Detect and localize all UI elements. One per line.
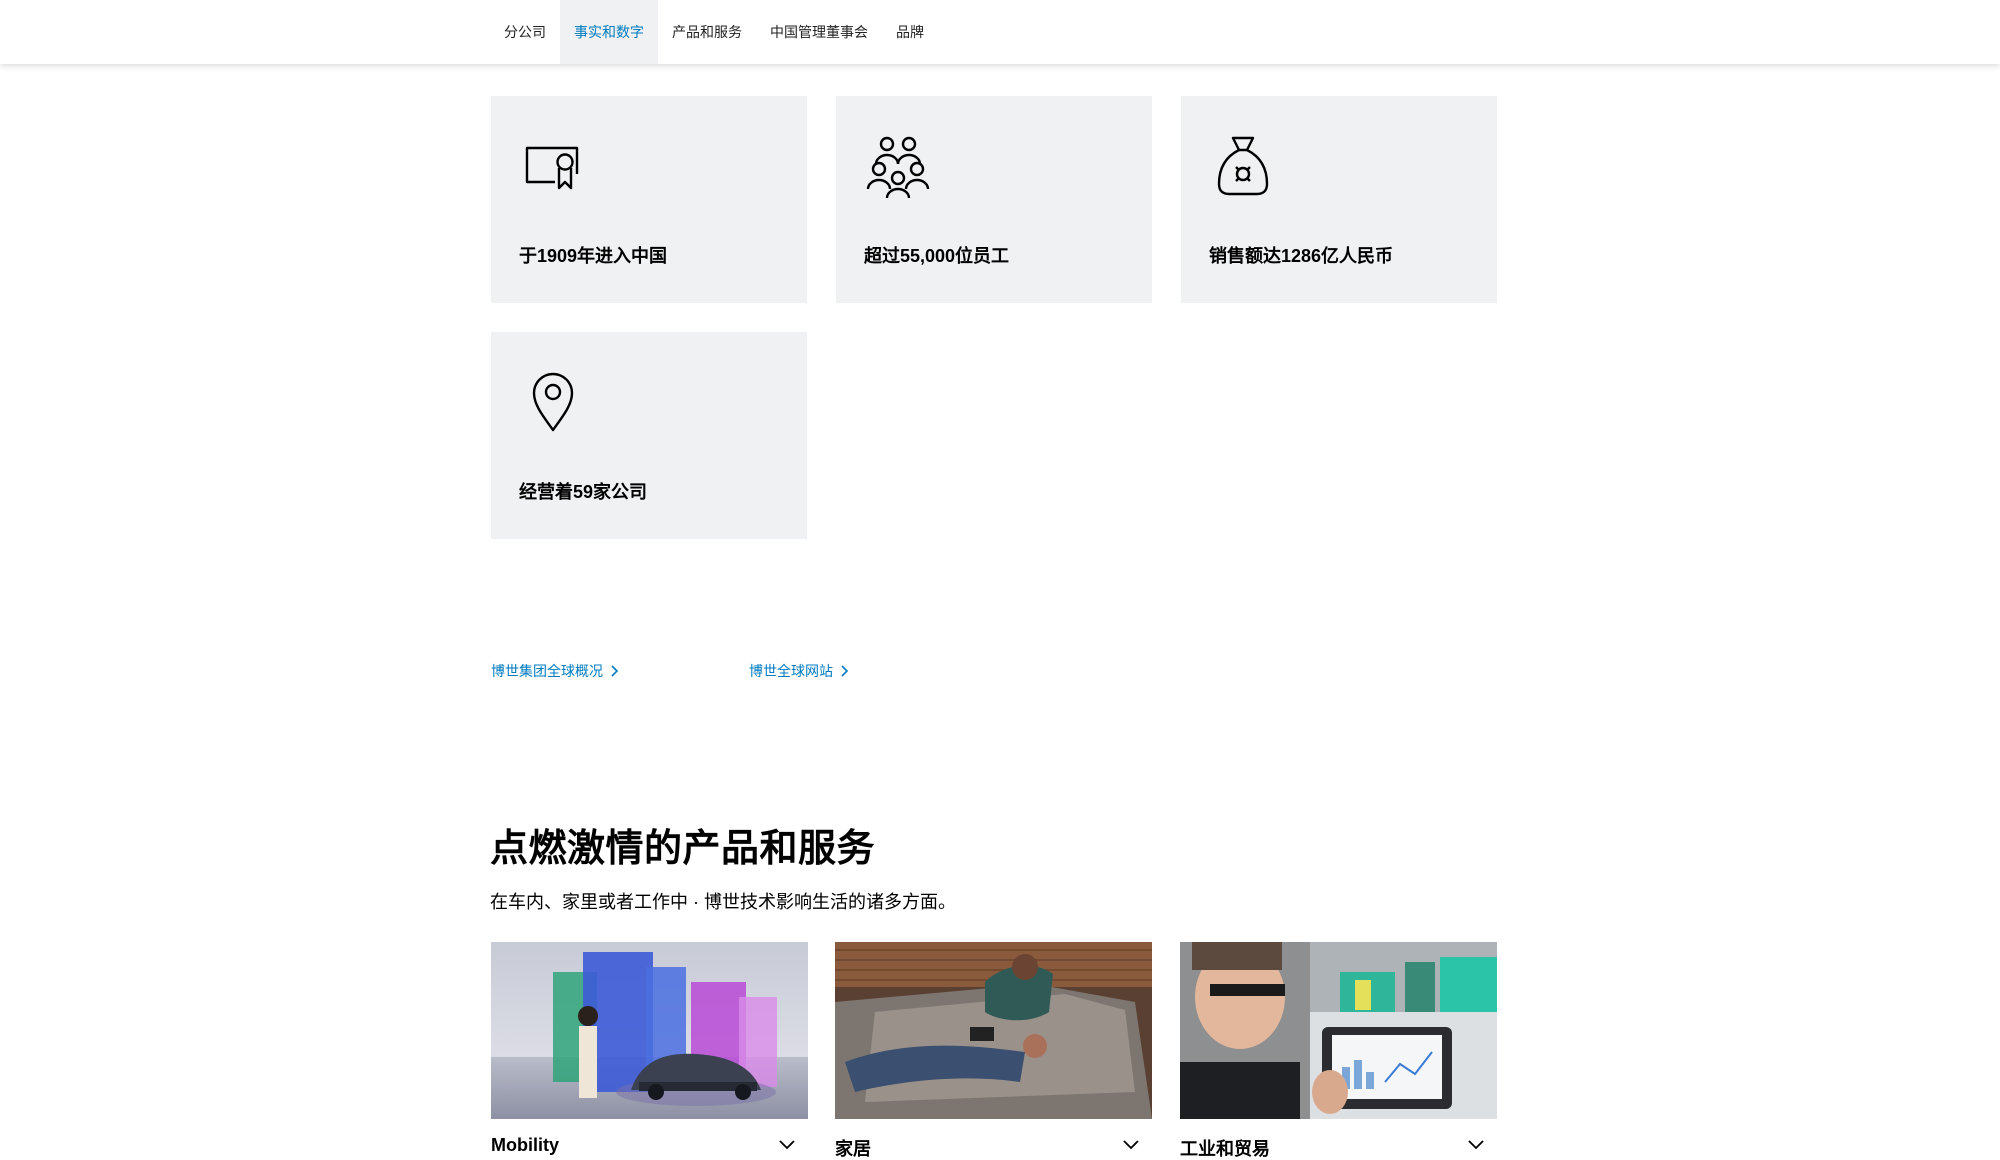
- fact-label: 于1909年进入中国: [519, 246, 668, 266]
- chevron-down-icon[interactable]: [1122, 1138, 1140, 1150]
- location-pin-icon: [532, 372, 574, 432]
- link-label: 博世集团全球概况: [491, 663, 603, 679]
- product-title: 工业和贸易: [1180, 1139, 1270, 1159]
- certificate-icon: [525, 146, 579, 190]
- products-section-title: 点燃激情的产品和服务: [490, 828, 876, 870]
- chevron-right-icon: [611, 665, 619, 677]
- products-section-subtitle: 在车内、家里或者工作中 · 博世技术影响生活的诸多方面。: [490, 892, 956, 912]
- fact-label: 销售额达1286亿人民币: [1209, 246, 1394, 266]
- tab-branches[interactable]: 分公司: [490, 0, 560, 64]
- bosch-global-website-link[interactable]: 博世全球网站: [749, 661, 849, 681]
- top-navigation: 分公司 事实和数字 产品和服务 中国管理董事会 品牌: [0, 0, 2000, 64]
- product-title: 家居: [835, 1139, 871, 1159]
- product-card-home[interactable]: 家居: [835, 942, 1152, 1159]
- money-bag-icon: [1217, 136, 1269, 196]
- fact-label: 超过55,000位员工: [864, 246, 1010, 266]
- fact-card-companies: 经营着59家公司: [491, 332, 807, 539]
- product-card-industry[interactable]: 工业和贸易: [1180, 942, 1497, 1159]
- mobility-image: [491, 942, 808, 1119]
- fact-label: 经营着59家公司: [519, 482, 648, 502]
- fact-card-employees: 超过55,000位员工: [836, 96, 1152, 303]
- fact-card-sales: 销售额达1286亿人民币: [1181, 96, 1497, 303]
- chevron-down-icon[interactable]: [1467, 1138, 1485, 1150]
- link-label: 博世全球网站: [749, 663, 833, 679]
- industry-image: [1180, 942, 1497, 1119]
- tab-brands[interactable]: 品牌: [882, 0, 938, 64]
- home-image: [835, 942, 1152, 1119]
- product-title: Mobility: [491, 1135, 559, 1155]
- product-card-mobility[interactable]: Mobility: [491, 942, 808, 1155]
- tab-china-board[interactable]: 中国管理董事会: [756, 0, 882, 64]
- chevron-right-icon: [841, 665, 849, 677]
- chevron-down-icon[interactable]: [778, 1138, 796, 1150]
- tab-products-and-services[interactable]: 产品和服务: [658, 0, 756, 64]
- people-group-icon: [866, 136, 930, 198]
- tab-facts-and-figures[interactable]: 事实和数字: [560, 0, 658, 64]
- bosch-group-overview-link[interactable]: 博世集团全球概况: [491, 661, 619, 681]
- fact-card-founded: 于1909年进入中国: [491, 96, 807, 303]
- nav-tabs: 分公司 事实和数字 产品和服务 中国管理董事会 品牌: [490, 0, 938, 64]
